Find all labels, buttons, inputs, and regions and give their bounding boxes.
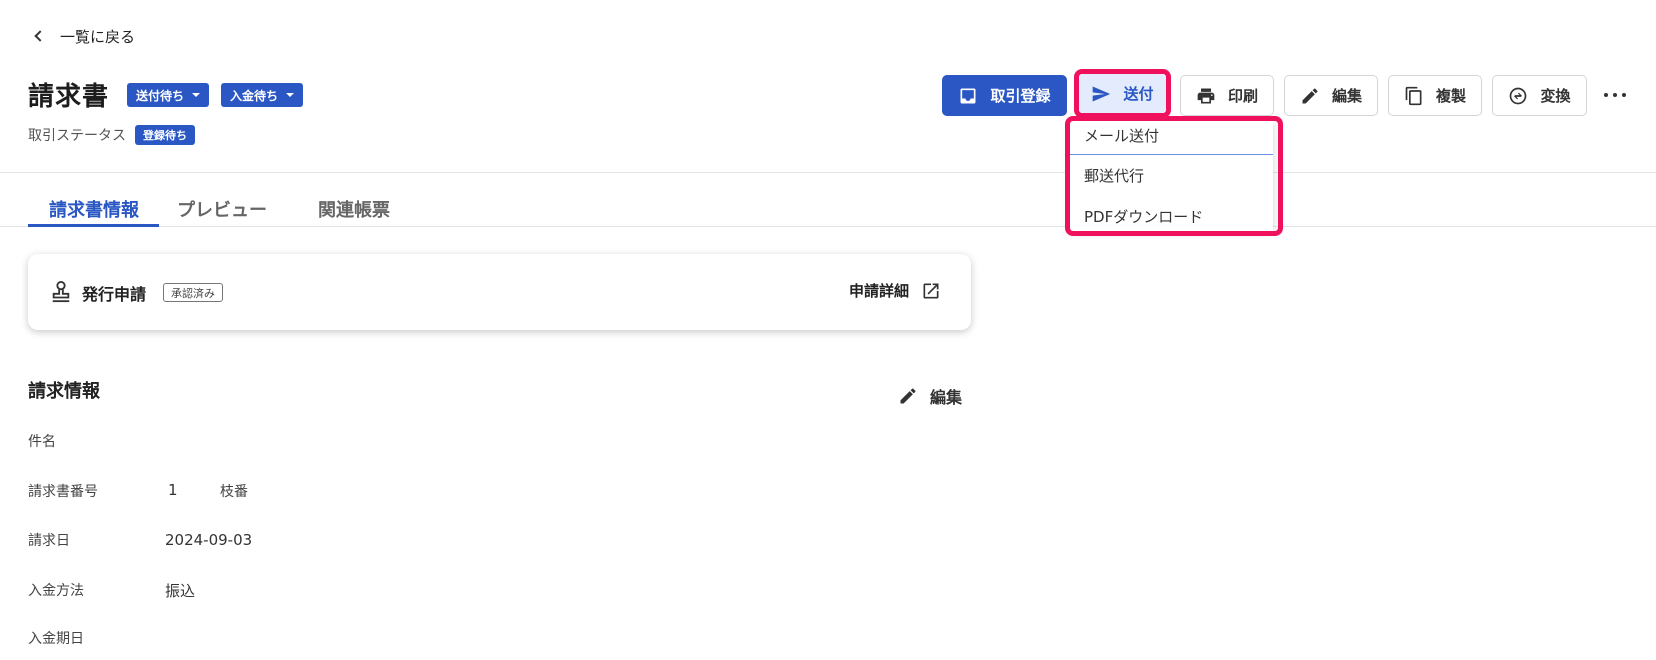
branch-number-label: 枝番 (220, 484, 248, 500)
convert-label: 変換 (1540, 87, 1571, 105)
billing-edit-label: 編集 (930, 388, 963, 407)
request-details-label: 申請詳細 (848, 282, 909, 300)
payment-status-dropdown[interactable]: 入金待ち (221, 83, 304, 107)
send-button[interactable]: 送付 (1079, 74, 1166, 113)
send-status-label: 送付待ち (136, 88, 185, 103)
duplicate-label: 複製 (1435, 87, 1466, 105)
duplicate-button[interactable]: 複製 (1388, 75, 1482, 116)
print-label: 印刷 (1227, 87, 1258, 105)
payment-status-label: 入金待ち (230, 88, 279, 103)
send-label: 送付 (1123, 85, 1154, 103)
page-title: 請求書 (28, 82, 110, 112)
transaction-status-label: 取引ステータス (28, 128, 126, 144)
stamp-icon (52, 281, 70, 303)
invoice-date-value: 2024-09-03 (165, 531, 253, 549)
approved-tag: 承認済み (163, 283, 223, 302)
billing-edit-button[interactable]: 編集 (898, 384, 962, 408)
send-icon (1093, 86, 1111, 101)
convert-button[interactable]: 変換 (1492, 75, 1587, 116)
request-details-link[interactable]: 申請詳細 (849, 280, 941, 301)
copy-icon (1405, 86, 1422, 105)
active-tab-indicator (28, 224, 159, 227)
payment-method-value: 振込 (165, 582, 196, 600)
issue-request-title: 発行申請 (82, 285, 147, 304)
send-status-dropdown[interactable]: 送付待ち (127, 83, 210, 107)
invoice-number-value: 1 (168, 481, 178, 499)
register-label: 取引登録 (990, 87, 1051, 105)
header-divider (0, 172, 1656, 173)
payment-due-label: 入金期日 (28, 631, 84, 647)
tab-related-documents[interactable]: 関連帳票 (318, 196, 390, 222)
register-transaction-button[interactable]: 取引登録 (942, 75, 1067, 116)
more-options-icon[interactable] (1604, 88, 1626, 102)
inbox-icon (960, 88, 976, 103)
back-link[interactable]: 一覧に戻る (32, 25, 135, 47)
status-badge: 登録待ち (135, 125, 195, 145)
print-button[interactable]: 印刷 (1180, 75, 1274, 116)
issue-request-card: 発行申請 承認済み 申請詳細 (28, 254, 971, 330)
menu-highlight (1065, 116, 1283, 236)
tab-invoice-info[interactable]: 請求書情報 (49, 196, 139, 222)
subject-label: 件名 (28, 434, 56, 450)
convert-icon (1510, 87, 1527, 104)
invoice-date-label: 請求日 (28, 533, 70, 549)
tab-preview[interactable]: プレビュー (177, 196, 267, 222)
caret-down-icon (192, 93, 201, 97)
invoice-number-label: 請求書番号 (28, 484, 98, 500)
tabs-divider (0, 226, 1656, 227)
pencil-icon (900, 388, 916, 404)
printer-icon (1197, 88, 1215, 103)
payment-method-label: 入金方法 (28, 583, 84, 599)
caret-down-icon (286, 93, 295, 97)
external-link-icon (923, 283, 939, 298)
back-label: 一覧に戻る (60, 27, 136, 46)
billing-section-title: 請求情報 (28, 381, 100, 402)
pencil-icon (1302, 87, 1318, 103)
edit-button[interactable]: 編集 (1284, 75, 1378, 116)
chevron-left-icon (34, 30, 46, 42)
edit-label: 編集 (1331, 87, 1362, 105)
